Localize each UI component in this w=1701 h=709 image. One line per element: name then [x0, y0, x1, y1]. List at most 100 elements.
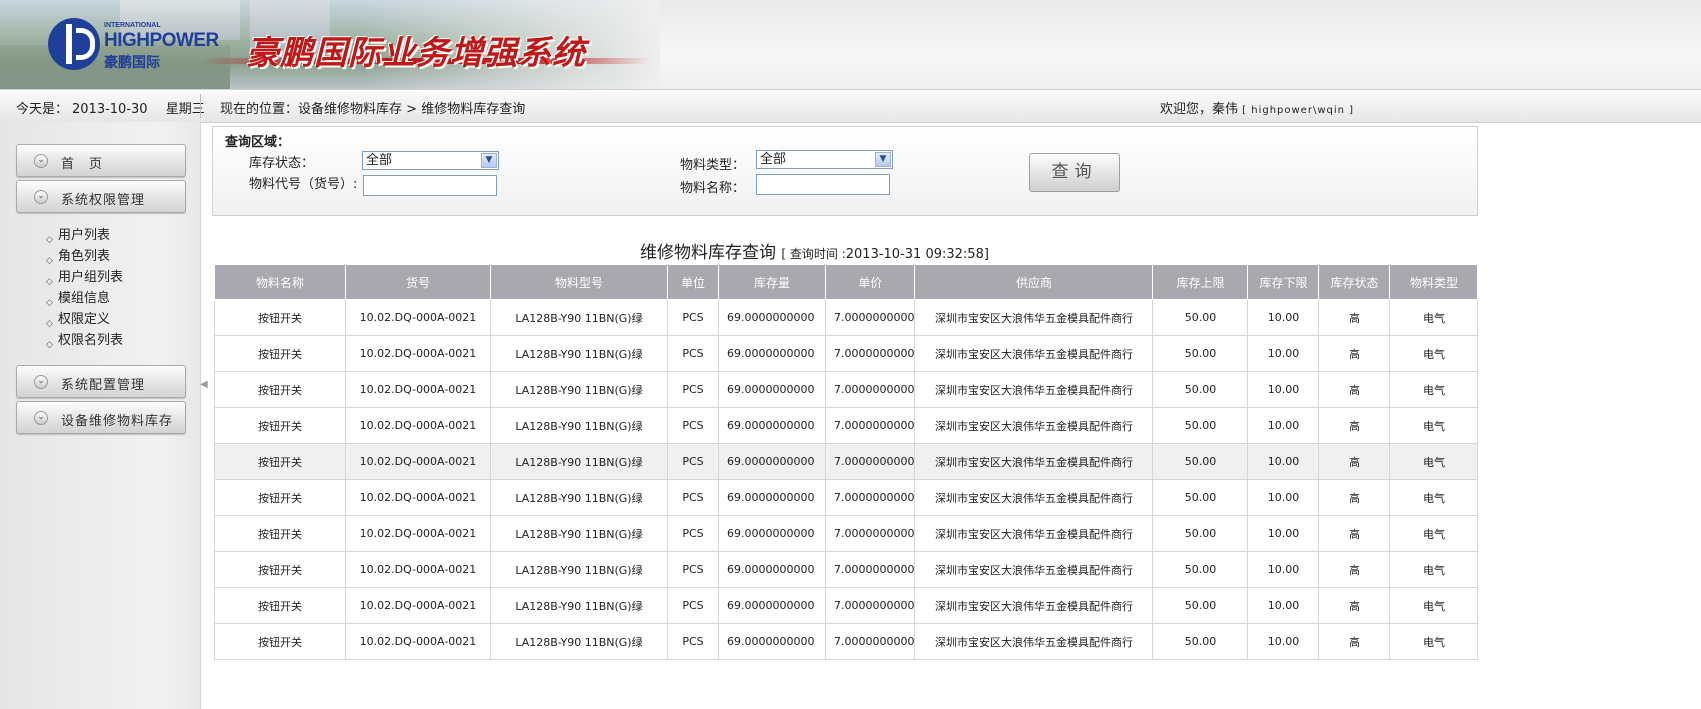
table-cell: 按钮开关: [214, 551, 346, 588]
material-code-label: 物料代号（货号）:: [249, 177, 358, 192]
table-row[interactable]: 按钮开关 10.02.DQ-000A-0021 LA128B-Y90 11BN(G)…: [214, 587, 1479, 624]
table-cell: 按钮开关: [214, 371, 346, 408]
dropdown-arrow-icon: ▼: [875, 152, 891, 167]
table-cell: 10.02.DQ-000A-0021: [345, 479, 491, 516]
table-cell: 10.02.DQ-000A-0021: [345, 443, 491, 480]
table-cell: 10.00: [1247, 515, 1320, 552]
result-title: 维修物料库存查询 [ 查询时间 :2013-10-31 09:32:58]: [640, 238, 989, 263]
table-cell: 按钮开关: [214, 407, 346, 444]
table-row[interactable]: 按钮开关 10.02.DQ-000A-0021 LA128B-Y90 11BN(G)…: [214, 371, 1479, 408]
table-cell: 深圳市宝安区大浪伟华五金模具配件商行: [914, 587, 1154, 624]
table-cell: 10.02.DQ-000A-0021: [345, 371, 491, 408]
table-cell: 深圳市宝安区大浪伟华五金模具配件商行: [914, 515, 1154, 552]
table-cell: 7.0000000000: [824, 587, 916, 624]
sidebar-collapse-icon[interactable]: ◀: [200, 378, 208, 392]
query-panel: 查询区域： 库存状态： 全部 ▼ 物料代号（货号）: 物料类型： 全部 ▼ 物料…: [212, 126, 1478, 216]
table-row[interactable]: 按钮开关 10.02.DQ-000A-0021 LA128B-Y90 11BN(G)…: [214, 551, 1479, 588]
table-cell: 10.02.DQ-000A-0021: [345, 623, 491, 660]
sidebar-item-user-group-list[interactable]: ◇ 用户组列表: [44, 267, 123, 288]
column-header: 物料型号: [490, 265, 668, 300]
table-cell: 电气: [1389, 551, 1479, 588]
query-time: [ 查询时间 :2013-10-31 09:32:58]: [781, 247, 989, 262]
sidebar-item-permission-definition[interactable]: ◇ 权限定义: [44, 309, 123, 330]
table-cell: 50.00: [1152, 551, 1249, 588]
material-name-input[interactable]: [756, 174, 890, 195]
chevron-down-icon: ⌄: [34, 411, 48, 425]
table-row[interactable]: 按钮开关 10.02.DQ-000A-0021 LA128B-Y90 11BN(G)…: [214, 515, 1479, 552]
sidebar-item-module-info[interactable]: ◇ 模组信息: [44, 288, 123, 309]
table-cell: 7.0000000000: [824, 515, 916, 552]
info-bar: 今天是： 2013-10-30 星期三 现在的位置：设备维修物料库存 > 维修物料…: [0, 89, 1701, 123]
menu-system-config[interactable]: ⌄ 系统配置管理: [16, 365, 186, 398]
table-cell: 电气: [1389, 587, 1479, 624]
column-header: 库存量: [718, 265, 826, 300]
stock-status-select[interactable]: 全部 ▼: [362, 151, 499, 170]
table-cell: 10.00: [1247, 479, 1320, 516]
breadcrumb-parent[interactable]: 设备维修物料库存: [298, 102, 402, 117]
table-cell: LA128B-Y90 11BN(G)绿: [490, 443, 668, 480]
table-cell: 按钮开关: [214, 443, 346, 480]
table-cell: 高: [1318, 515, 1391, 552]
inventory-table: 物料名称 货号 物料型号 单位 库存量 单价 供应商 库存上限 库存下限 库存状态 物料类型 按钮开…: [214, 265, 1479, 660]
column-header: 库存下限: [1247, 265, 1320, 300]
table-cell: 50.00: [1152, 623, 1249, 660]
table-cell: 10.02.DQ-000A-0021: [345, 407, 491, 444]
chevron-down-icon: ⌄: [34, 154, 48, 168]
breadcrumb-current: 维修物料库存查询: [421, 102, 526, 117]
table-cell: LA128B-Y90 11BN(G)绿: [490, 551, 668, 588]
search-button[interactable]: 查询: [1029, 153, 1120, 192]
table-cell: 深圳市宝安区大浪伟华五金模具配件商行: [914, 551, 1154, 588]
column-header: 供应商: [914, 265, 1154, 300]
sidebar-item-permission-name-list[interactable]: ◇ 权限名列表: [44, 330, 123, 351]
table-cell: 10.00: [1247, 299, 1320, 336]
table-cell: 10.00: [1247, 587, 1320, 624]
material-code-input[interactable]: [363, 175, 497, 196]
logo-cn-text: 豪鹏国际: [104, 55, 160, 71]
column-header: 货号: [345, 265, 491, 300]
table-row[interactable]: 按钮开关 10.02.DQ-000A-0021 LA128B-Y90 11BN(G)…: [214, 623, 1479, 660]
table-cell: 7.0000000000: [824, 407, 916, 444]
table-cell: 高: [1318, 407, 1391, 444]
table-row[interactable]: 按钮开关 10.02.DQ-000A-0021 LA128B-Y90 11BN(G)…: [214, 407, 1479, 444]
material-type-select[interactable]: 全部 ▼: [756, 150, 893, 169]
table-cell: 69.0000000000: [718, 299, 826, 336]
table-cell: 电气: [1389, 443, 1479, 480]
table-cell: 按钮开关: [214, 515, 346, 552]
weekday: 星期三: [165, 102, 205, 117]
table-cell: 50.00: [1152, 479, 1249, 516]
table-cell: 深圳市宝安区大浪伟华五金模具配件商行: [914, 623, 1154, 660]
table-cell: LA128B-Y90 11BN(G)绿: [490, 371, 668, 408]
sidebar-item-user-list[interactable]: ◇ 用户列表: [44, 225, 123, 246]
table-cell: 69.0000000000: [718, 407, 826, 444]
query-time-value: 2013-10-31 09:32:58: [845, 247, 984, 262]
table-cell: PCS: [667, 407, 719, 444]
diamond-bullet-icon: ◇: [46, 340, 53, 350]
table-cell: 10.02.DQ-000A-0021: [345, 515, 491, 552]
user-account: [ highpower\wqin ]: [1242, 105, 1355, 116]
table-cell: LA128B-Y90 11BN(G)绿: [490, 479, 668, 516]
chevron-down-icon: ⌄: [34, 190, 48, 204]
menu-maintenance-inventory[interactable]: ⌄ 设备维修物料库存: [16, 401, 186, 434]
table-cell: 深圳市宝安区大浪伟华五金模具配件商行: [914, 443, 1154, 480]
table-row[interactable]: 按钮开关 10.02.DQ-000A-0021 LA128B-Y90 11BN(G)…: [214, 443, 1479, 480]
table-row[interactable]: 按钮开关 10.02.DQ-000A-0021 LA128B-Y90 11BN(G)…: [214, 299, 1479, 336]
sidebar-item-role-list[interactable]: ◇ 角色列表: [44, 246, 123, 267]
table-cell: 按钮开关: [214, 479, 346, 516]
table-cell: 深圳市宝安区大浪伟华五金模具配件商行: [914, 407, 1154, 444]
table-cell: PCS: [667, 623, 719, 660]
highpower-logo-icon: [48, 18, 100, 70]
table-cell: PCS: [667, 515, 719, 552]
table-cell: 69.0000000000: [718, 551, 826, 588]
menu-home[interactable]: ⌄ 首 页: [16, 144, 186, 177]
table-cell: PCS: [667, 371, 719, 408]
sidebar: ⌄ 首 页 ⌄ 系统权限管理 ◇ 用户列表 ◇ 角色列表 ◇ 用户组列表 ◇ 模组信息 …: [0, 122, 201, 709]
table-cell: 7.0000000000: [824, 479, 916, 516]
table-row[interactable]: 按钮开关 10.02.DQ-000A-0021 LA128B-Y90 11BN(G)…: [214, 479, 1479, 516]
table-cell: PCS: [667, 299, 719, 336]
menu-permission-management[interactable]: ⌄ 系统权限管理: [16, 180, 186, 213]
date-label: 今天是：: [16, 102, 69, 117]
chevron-down-icon: ⌄: [34, 375, 48, 389]
table-row[interactable]: 按钮开关 10.02.DQ-000A-0021 LA128B-Y90 11BN(G)…: [214, 335, 1479, 372]
table-cell: LA128B-Y90 11BN(G)绿: [490, 515, 668, 552]
table-cell: 深圳市宝安区大浪伟华五金模具配件商行: [914, 299, 1154, 336]
